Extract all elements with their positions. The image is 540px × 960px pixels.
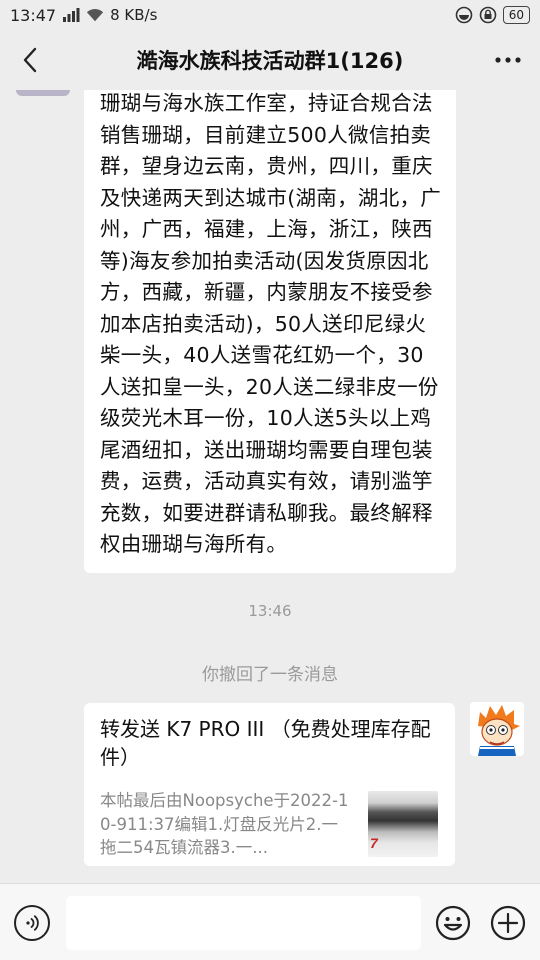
more-button[interactable] bbox=[490, 44, 526, 76]
message-bubble[interactable]: 珊瑚与海水族工作室，持证合规合法销售珊瑚，目前建立500人微信拍卖群，望身边云南… bbox=[84, 90, 456, 573]
battery-indicator: 60 bbox=[502, 6, 530, 24]
status-bar: 13:47 8 KB/s 60 bbox=[0, 0, 540, 30]
link-card[interactable]: 转发送 K7 PRO III （免费处理库存配件） 本帖最后由Noopsyche… bbox=[84, 703, 455, 866]
link-card-title: 转发送 K7 PRO III （免费处理库存配件） bbox=[100, 717, 431, 769]
thumbnail-label: 7 bbox=[370, 835, 378, 851]
wifi-icon bbox=[86, 6, 104, 24]
eye-comfort-icon bbox=[455, 6, 473, 24]
signal-icon bbox=[62, 6, 80, 24]
lock-icon bbox=[479, 6, 497, 24]
status-time: 13:47 bbox=[10, 5, 57, 25]
chevron-left-icon bbox=[23, 47, 37, 73]
message-timestamp: 13:46 bbox=[248, 602, 292, 620]
chat-header: 澔海水族科技活动群1(126) bbox=[0, 30, 540, 90]
emoji-button[interactable] bbox=[435, 905, 471, 941]
voice-button[interactable] bbox=[14, 905, 50, 941]
voice-icon bbox=[26, 915, 39, 931]
network-speed: 8 KB/s bbox=[110, 6, 158, 24]
message-list[interactable]: 珊瑚与海水族工作室，持证合规合法销售珊瑚，目前建立500人微信拍卖群，望身边云南… bbox=[0, 90, 540, 883]
sender-avatar[interactable] bbox=[16, 90, 70, 96]
more-dots-icon bbox=[495, 57, 521, 63]
link-card-thumbnail: 7 bbox=[368, 791, 438, 857]
my-avatar[interactable] bbox=[470, 702, 524, 756]
plus-icon bbox=[490, 905, 526, 941]
announcement-text: 珊瑚与海水族工作室，持证合规合法销售珊瑚，目前建立500人微信拍卖群，望身边云南… bbox=[100, 91, 442, 556]
input-bar bbox=[0, 883, 540, 960]
back-button[interactable] bbox=[14, 44, 46, 76]
link-card-body: 本帖最后由Noopsyche于2022-10-911:37编辑1.灯盘反光片2.… bbox=[100, 791, 349, 857]
message-input[interactable] bbox=[66, 896, 421, 950]
chat-title: 澔海水族科技活动群1(126) bbox=[136, 49, 404, 73]
recall-notice: 你撤回了一条消息 bbox=[202, 665, 338, 685]
emoji-icon bbox=[435, 905, 471, 941]
plus-button[interactable] bbox=[490, 905, 526, 941]
